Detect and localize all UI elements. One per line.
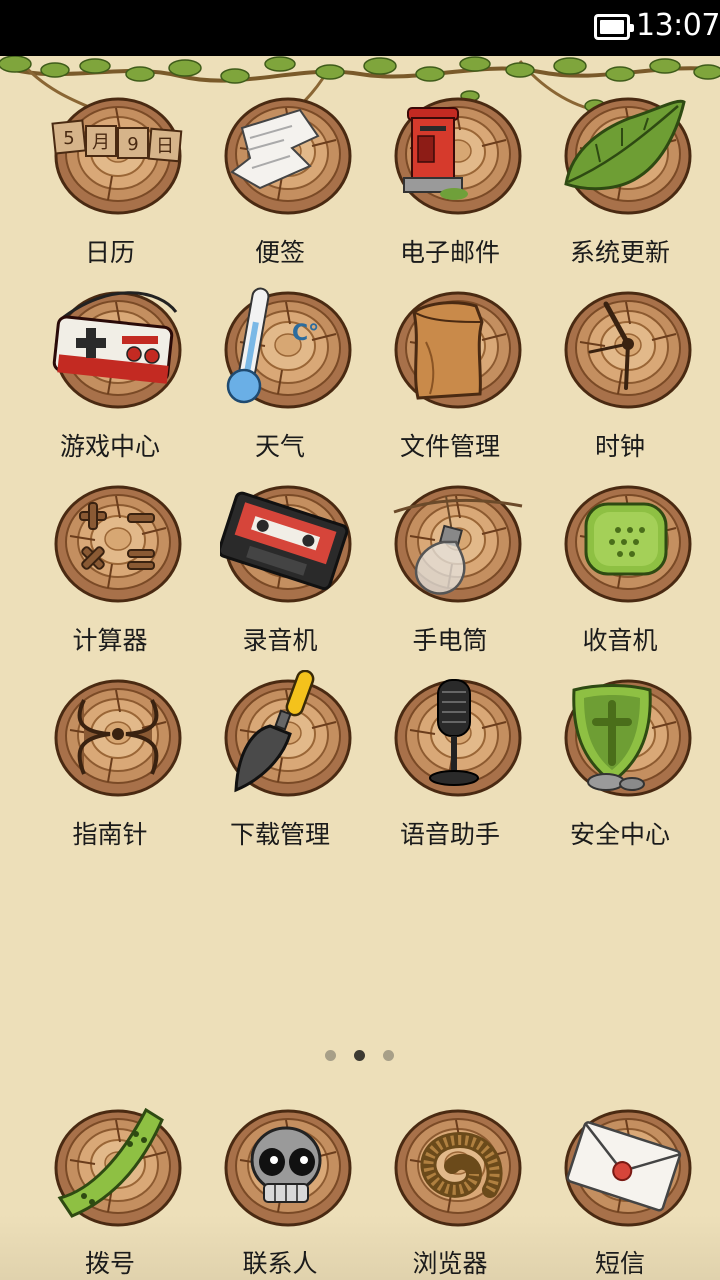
radio-speaker-icon <box>560 476 696 606</box>
shield-icon <box>560 670 696 800</box>
leaf-icon <box>560 88 696 218</box>
app-download-manager[interactable]: 下载管理 <box>205 670 355 850</box>
app-calendar[interactable]: 5 月 9 日 日历 <box>35 88 185 268</box>
note-paper-icon <box>220 88 356 218</box>
app-system-update[interactable]: 系统更新 <box>545 88 695 268</box>
app-label: 文件管理 <box>399 432 500 461</box>
app-label: 联系人 <box>242 1249 318 1278</box>
calendar-date-part: 5 <box>63 128 74 149</box>
app-label: 收音机 <box>582 626 658 655</box>
microphone-icon <box>390 670 526 800</box>
calendar-date-part: 日 <box>156 136 174 157</box>
phone-handset-icon <box>50 1100 186 1230</box>
app-file-manager[interactable]: 文件管理 <box>375 282 525 462</box>
app-label: 拨号 <box>84 1249 135 1278</box>
app-calculator[interactable]: 计算器 <box>35 476 185 656</box>
app-weather[interactable]: C° 天气 <box>205 282 355 462</box>
status-bar: 13:07 <box>0 0 720 56</box>
dock-app-messages[interactable]: 短信 <box>545 1100 695 1280</box>
app-email[interactable]: 电子邮件 <box>375 88 525 268</box>
paper-bag-icon <box>390 282 526 412</box>
app-label: 天气 <box>254 432 305 461</box>
app-label: 系统更新 <box>569 238 670 267</box>
app-label: 短信 <box>594 1249 645 1278</box>
skull-contacts-icon <box>220 1100 356 1230</box>
status-time: 13:07 <box>636 8 720 43</box>
page-indicator <box>0 1048 720 1062</box>
thermometer-icon: C° <box>220 282 356 412</box>
clock-icon <box>560 282 696 412</box>
app-label: 便签 <box>254 238 305 267</box>
app-radio[interactable]: 收音机 <box>545 476 695 656</box>
trowel-icon <box>220 670 356 800</box>
dock-app-dialer[interactable]: 拨号 <box>35 1100 185 1280</box>
app-label: 手电筒 <box>412 626 488 655</box>
app-label: 计算器 <box>72 626 148 655</box>
app-label: 录音机 <box>242 626 318 655</box>
calendar-date-part: 9 <box>127 134 138 155</box>
app-recorder[interactable]: 录音机 <box>205 476 355 656</box>
calendar-icon: 5 月 9 日 <box>50 88 186 218</box>
calendar-date-part: 月 <box>92 132 110 153</box>
app-security-center[interactable]: 安全中心 <box>545 670 695 850</box>
page-dot[interactable] <box>383 1050 394 1061</box>
dock-app-browser[interactable]: 浏览器 <box>375 1100 525 1280</box>
lightbulb-icon <box>390 476 526 606</box>
app-label: 指南针 <box>72 820 148 849</box>
app-label: 游戏中心 <box>59 432 160 461</box>
gamepad-icon <box>50 282 186 412</box>
app-label: 语音助手 <box>399 820 500 849</box>
envelope-icon <box>560 1100 696 1230</box>
app-label: 电子邮件 <box>399 238 500 267</box>
calculator-icon <box>50 476 186 606</box>
battery-full-icon <box>594 14 634 40</box>
app-clock[interactable]: 时钟 <box>545 282 695 462</box>
compass-icon <box>50 670 186 800</box>
app-game-center[interactable]: 游戏中心 <box>35 282 185 462</box>
app-flashlight[interactable]: 手电筒 <box>375 476 525 656</box>
app-notes[interactable]: 便签 <box>205 88 355 268</box>
app-label: 下载管理 <box>229 820 330 849</box>
app-compass[interactable]: 指南针 <box>35 670 185 850</box>
app-label: 日历 <box>84 238 135 267</box>
cassette-icon <box>220 476 356 606</box>
app-label: 浏览器 <box>412 1249 488 1278</box>
app-label: 安全中心 <box>569 820 670 849</box>
millipede-browser-icon <box>390 1100 526 1230</box>
mailbox-icon <box>390 88 526 218</box>
weather-unit: C° <box>292 321 319 346</box>
dock-app-contacts[interactable]: 联系人 <box>205 1100 355 1280</box>
page-dot-active[interactable] <box>354 1050 365 1061</box>
app-voice-assistant[interactable]: 语音助手 <box>375 670 525 850</box>
app-label: 时钟 <box>594 432 645 461</box>
page-dot[interactable] <box>325 1050 336 1061</box>
